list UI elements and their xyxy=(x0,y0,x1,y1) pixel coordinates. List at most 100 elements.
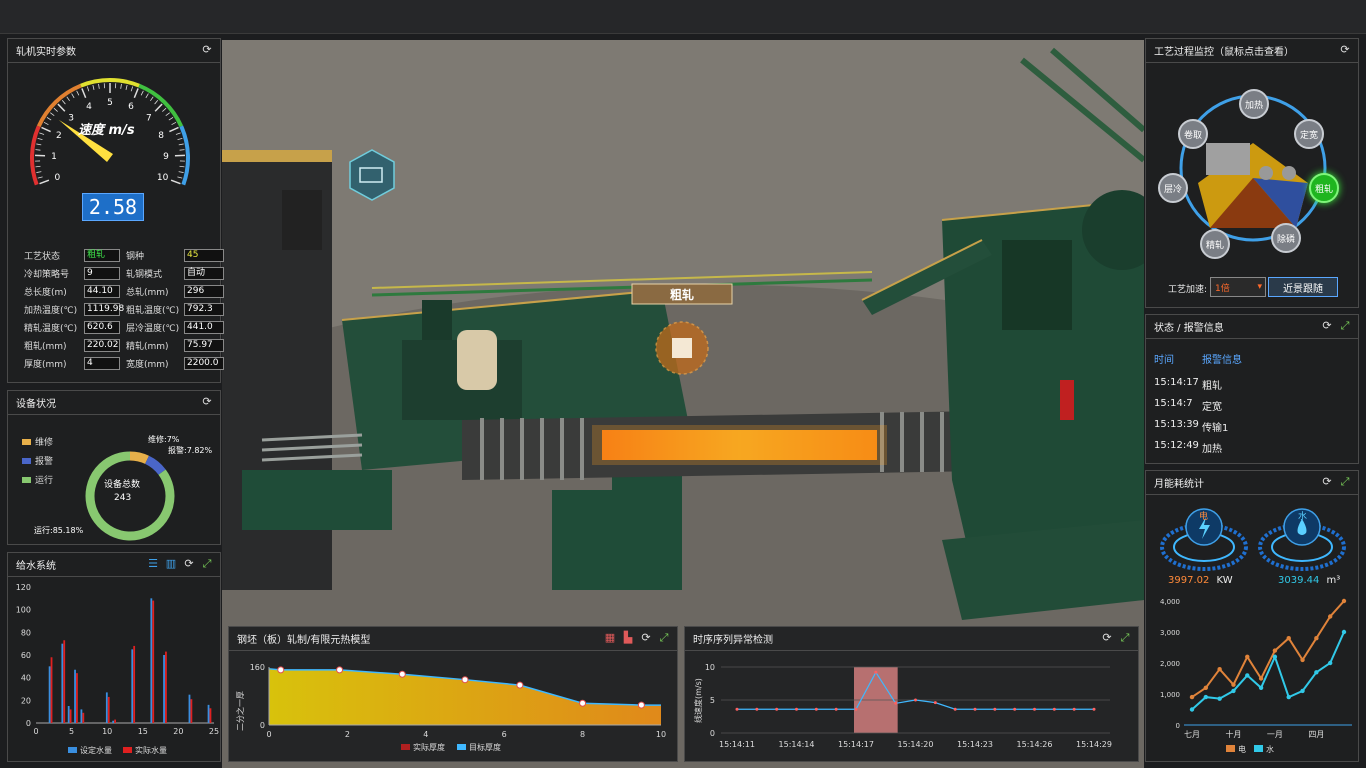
follow-button[interactable]: 近景跟随 xyxy=(1268,277,1338,297)
expand-icon[interactable]: ⤢ xyxy=(1118,631,1132,645)
roll-params-panel: 轧机实时参数 ⟳ 0 1 2 3 4 5 6 7 8 9 10 速度 m/s 2.58 工艺状态 粗… xyxy=(7,38,224,383)
gauge-tick xyxy=(154,99,159,105)
gauge-tick xyxy=(39,179,50,185)
x-tick-label: 15:14:26 xyxy=(1017,740,1053,749)
gauge-tick xyxy=(76,90,80,96)
panel-header: 设备状况 ⟳ xyxy=(8,391,220,415)
param-value: 粗轧 xyxy=(84,248,120,262)
refresh-icon[interactable]: ⟳ xyxy=(182,557,196,571)
x-tick-label: 15 xyxy=(138,727,148,736)
refresh-icon[interactable]: ⟳ xyxy=(200,43,214,57)
process-node[interactable]: 粗轧 xyxy=(1309,173,1339,203)
donut-slice xyxy=(129,451,149,464)
gauge-tick xyxy=(179,149,185,151)
data-point xyxy=(1231,688,1236,694)
gauge-tick xyxy=(133,88,139,99)
legend-label: 电 xyxy=(1238,744,1246,754)
process-node[interactable]: 定宽 xyxy=(1294,119,1324,149)
data-point xyxy=(277,666,285,674)
param-label: 厚度(mm) xyxy=(24,359,67,370)
panel-header: 月能耗统计 ⟳ ⤢ xyxy=(1146,471,1358,495)
factory-icon[interactable]: ▙ xyxy=(621,631,635,645)
expand-icon[interactable]: ⤢ xyxy=(657,631,671,645)
y-tick-label: 0 xyxy=(26,719,31,728)
bar xyxy=(74,669,76,723)
gauge-tick xyxy=(36,171,42,173)
donut-center-label: 设备总数 xyxy=(104,480,141,490)
panel-header: 钢坯（板）轧制/有限元热模型 ▦ ▙ ⟳ ⤢ xyxy=(229,627,677,651)
data-point xyxy=(894,701,898,705)
expand-icon[interactable]: ⤢ xyxy=(1338,475,1352,489)
bar xyxy=(152,600,155,723)
refresh-icon[interactable]: ⟳ xyxy=(639,631,653,645)
data-point xyxy=(1092,707,1096,711)
legend-label: 设定水量 xyxy=(80,745,112,755)
series-line xyxy=(1191,631,1345,711)
refresh-icon[interactable]: ⟳ xyxy=(200,395,214,409)
x-tick-label: 四月 xyxy=(1308,730,1324,739)
panel-title: 状态 / 报警信息 xyxy=(1154,323,1224,334)
process-node[interactable]: 卷取 xyxy=(1178,119,1208,149)
speedup-select[interactable]: 1倍 ▾ xyxy=(1210,277,1266,297)
data-point xyxy=(336,666,344,674)
data-point xyxy=(1203,694,1209,700)
y-tick-label: 0 xyxy=(1176,722,1180,730)
water-bar-chart: 0 20 40 60 80 100 120 0 5 10 15 20 25 设定水量 实际水量 xyxy=(16,583,219,755)
gauge-tick xyxy=(61,99,66,105)
bar xyxy=(67,706,70,723)
gauge-label: 速度 m/s xyxy=(78,123,135,138)
grid-icon[interactable]: ▦ xyxy=(603,631,617,645)
process-node[interactable]: 加热 xyxy=(1239,89,1269,119)
expand-icon[interactable]: ⤢ xyxy=(200,557,214,571)
data-point xyxy=(1217,696,1222,701)
status-row: 15:12:49 加热 xyxy=(1154,440,1222,455)
refresh-icon[interactable]: ⟳ xyxy=(1338,43,1352,57)
param-row: 加热温度(℃) 1119.98 粗轧温度(℃) 792.3 xyxy=(24,301,224,317)
data-point xyxy=(1231,682,1236,687)
y-tick-label: 2,000 xyxy=(1160,660,1180,668)
label-run: 运行:85.18% xyxy=(34,526,84,535)
param-label: 加热温度(℃) xyxy=(24,305,78,316)
elec-value-row: 3997.02 KW xyxy=(1168,575,1233,586)
timeseries-panel: 时序序列异常检测 ⟳ ⤢ 0 5 10 15:14:11 15:14:14 15:14:17… xyxy=(684,626,1139,762)
param-label: 层冷温度(℃) xyxy=(126,323,180,334)
status-row: 15:14:7 定宽 xyxy=(1154,398,1222,413)
y-tick-label: 4,000 xyxy=(1160,598,1180,606)
bar-chart-icon[interactable]: ▥ xyxy=(164,557,178,571)
data-point xyxy=(834,707,838,711)
refresh-icon[interactable]: ⟳ xyxy=(1320,475,1334,489)
data-point xyxy=(973,707,977,711)
process-node[interactable]: 精轧 xyxy=(1200,229,1230,259)
status-row: 15:14:17 粗轧 xyxy=(1154,377,1222,392)
bar xyxy=(188,694,191,723)
param-row: 工艺状态 粗轧 钢种 45 xyxy=(24,247,224,263)
stage-label[interactable]: 粗轧 xyxy=(632,286,732,304)
gauge-tick-label: 1 xyxy=(51,152,57,162)
data-point xyxy=(1033,707,1036,711)
process-node[interactable]: 层冷 xyxy=(1158,173,1188,203)
x-tick-label: 15:14:23 xyxy=(957,740,993,749)
gauge-tick xyxy=(169,126,179,133)
refresh-icon[interactable]: ⟳ xyxy=(1320,319,1334,333)
thermal-chart: 0 160 0 2 4 6 8 10 二分之一厚实际厚度 目标厚度 xyxy=(235,663,666,752)
bar xyxy=(80,709,83,723)
param-value: 296 xyxy=(184,284,224,298)
data-point xyxy=(775,707,779,711)
process-node[interactable]: 除磷 xyxy=(1271,223,1301,253)
list-icon[interactable]: ☰ xyxy=(146,557,160,571)
gauge-tick xyxy=(39,132,45,135)
gauge-tick xyxy=(179,165,185,168)
refresh-icon[interactable]: ⟳ xyxy=(1100,631,1114,645)
process-panel: 工艺过程监控（鼠标点击查看） ⟳ 加热 定宽 粗轧 除磷 精轧 层冷 卷取 工艺加速: 1倍… xyxy=(1145,38,1359,308)
legend-swatch xyxy=(123,747,132,753)
param-row: 厚度(mm) 4 宽度(mm) 2200.0 xyxy=(24,355,224,371)
param-label: 粗轧(mm) xyxy=(24,341,67,352)
param-label: 钢种 xyxy=(126,251,145,262)
expand-icon[interactable]: ⤢ xyxy=(1338,319,1352,333)
gauge-tick-label: 4 xyxy=(86,102,92,112)
y-tick-label: 10 xyxy=(705,663,715,672)
gauge-tick-label: 7 xyxy=(146,114,152,124)
data-point xyxy=(1341,629,1347,635)
y-axis-label: 线速度(m/s) xyxy=(693,678,703,723)
legend-swatch xyxy=(1226,745,1235,752)
